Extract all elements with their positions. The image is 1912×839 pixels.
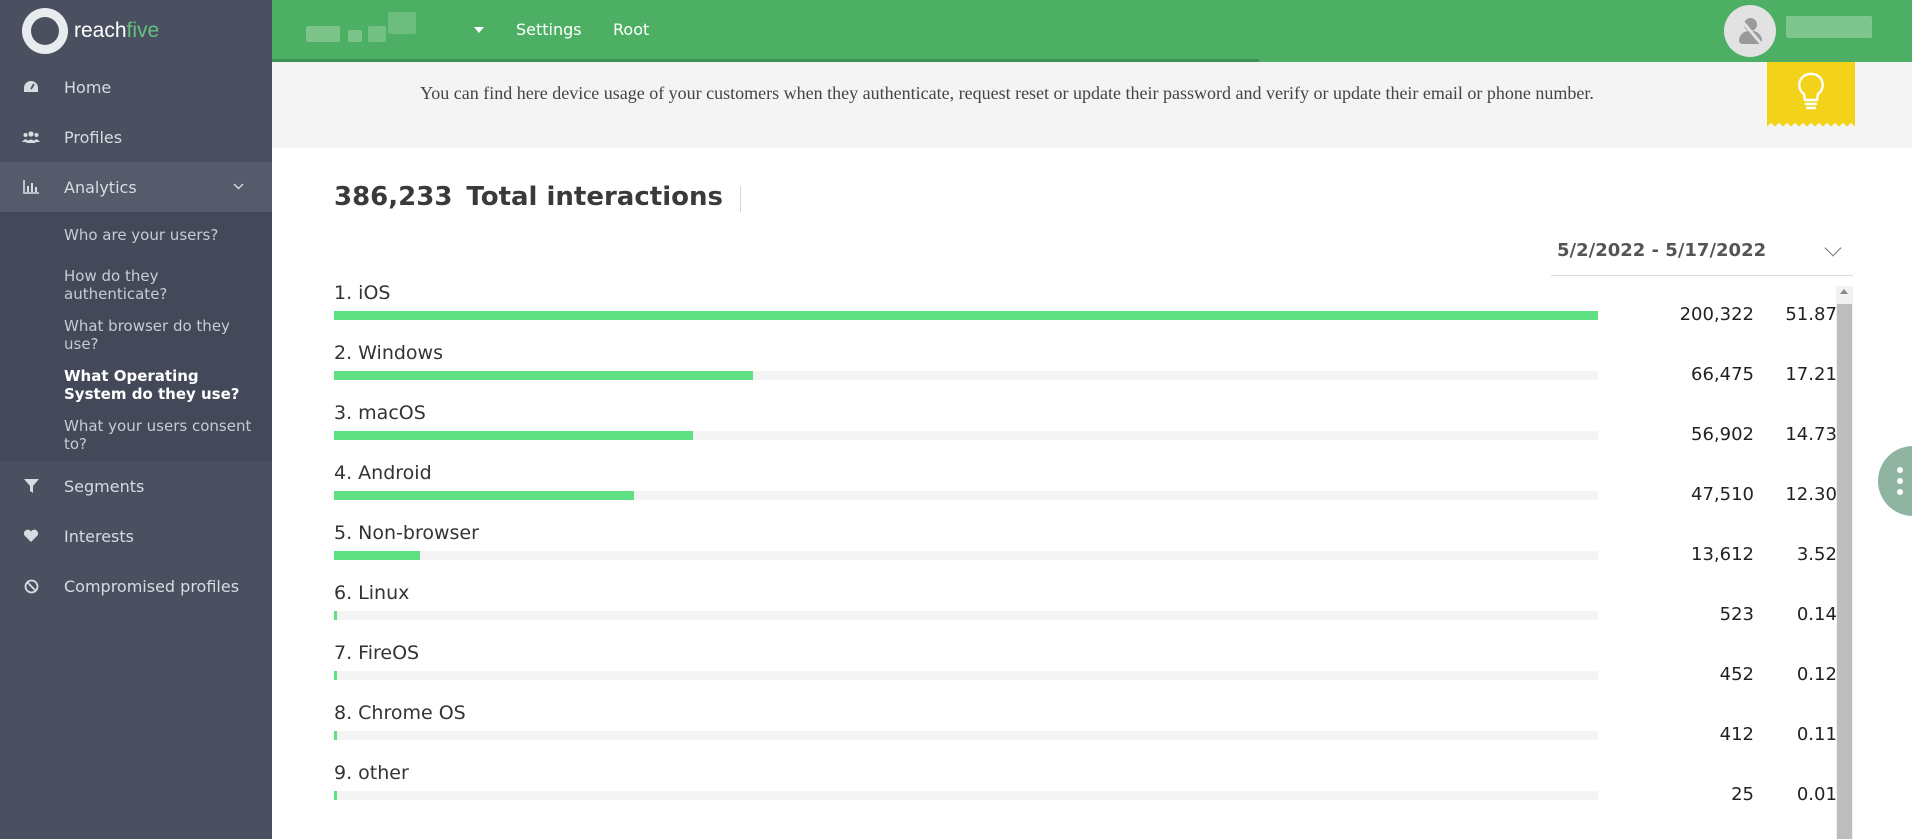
sidebar-item-compromised[interactable]: Compromised profiles (0, 561, 272, 611)
filter-icon (21, 476, 41, 496)
usage-bar (334, 431, 693, 440)
users-icon (21, 127, 41, 147)
usage-bar (334, 491, 634, 500)
usage-bar (334, 671, 337, 680)
sidebar-item-label: Segments (64, 476, 145, 496)
date-range-selector[interactable]: 5/2/2022 - 5/17/2022 (1551, 226, 1853, 276)
scroll-up-arrow-icon[interactable] (1840, 289, 1848, 294)
table-row: 9. other 25 0.01% (334, 762, 1854, 812)
sidebar-item-label: Compromised profiles (64, 576, 240, 596)
interaction-count: 412 (1719, 724, 1754, 745)
subnav-how-authenticate[interactable]: How do they authenticate? (64, 267, 254, 303)
usage-bar (334, 551, 420, 560)
table-row: 5. Non-browser 13,612 3.52% (334, 522, 1854, 572)
usage-bar (334, 731, 337, 740)
bar-chart-icon (21, 177, 41, 197)
analytics-submenu: Who are your users? How do they authenti… (0, 212, 272, 462)
usage-bar (334, 311, 1598, 320)
interaction-count: 47,510 (1691, 484, 1754, 505)
usage-bar-track (334, 671, 1598, 680)
usage-bar-track (334, 551, 1598, 560)
sidebar-item-label: Profiles (64, 127, 123, 147)
sidebar-item-home[interactable]: Home (0, 62, 272, 112)
lightbulb-icon (1798, 72, 1824, 110)
user-placeholder-icon (1737, 15, 1764, 47)
tip-badge[interactable] (1767, 62, 1855, 128)
scrollbar[interactable] (1836, 286, 1853, 839)
subnav-who-are-users[interactable]: Who are your users? (64, 226, 254, 244)
interaction-count: 66,475 (1691, 364, 1754, 385)
total-value: 386,233 (334, 182, 453, 212)
os-name: 1. iOS (334, 282, 391, 304)
table-row: 6. Linux 523 0.14% (334, 582, 1854, 632)
info-banner: You can find here device usage of your c… (272, 62, 1912, 148)
os-name: 3. macOS (334, 402, 426, 424)
date-range-value: 5/2/2022 - 5/17/2022 (1557, 240, 1767, 261)
interaction-count: 200,322 (1679, 304, 1754, 325)
table-row: 2. Windows 66,475 17.21% (334, 342, 1854, 392)
usage-bar (334, 791, 337, 800)
usage-bar-track (334, 791, 1598, 800)
table-row: 8. Chrome OS 412 0.11% (334, 702, 1854, 752)
organization-selector[interactable] (306, 12, 436, 46)
os-name: 7. FireOS (334, 642, 420, 664)
usage-bar-track (334, 431, 1598, 440)
sidebar: reachfive Home Profiles Analytics Who ar… (0, 0, 272, 839)
subnav-which-browser[interactable]: What browser do they use? (64, 317, 254, 353)
usage-bar-track (334, 611, 1598, 620)
usage-bar (334, 371, 753, 380)
heading-divider (740, 186, 741, 212)
sidebar-item-label: Interests (64, 526, 134, 546)
os-name: 4. Android (334, 462, 432, 484)
os-name: 2. Windows (334, 342, 443, 364)
subnav-consent[interactable]: What your users consent to? (64, 417, 254, 453)
brand-name: reachfive (74, 19, 160, 42)
os-name: 5. Non-browser (334, 522, 479, 544)
table-row: 3. macOS 56,902 14.73% (334, 402, 1854, 452)
interaction-count: 13,612 (1691, 544, 1754, 565)
sidebar-item-label: Analytics (64, 177, 137, 197)
total-label: Total interactions (466, 182, 723, 212)
usage-bar-track (334, 491, 1598, 500)
table-row: 1. iOS 200,322 51.87% (334, 282, 1854, 332)
chevron-down-icon (1824, 239, 1842, 257)
table-row: 7. FireOS 452 0.12% (334, 642, 1854, 692)
banner-text: You can find here device usage of your c… (420, 83, 1594, 103)
os-name: 8. Chrome OS (334, 702, 466, 724)
interaction-count: 56,902 (1691, 424, 1754, 445)
scrollbar-thumb[interactable] (1837, 304, 1852, 839)
root-link[interactable]: Root (613, 20, 649, 39)
usage-bar (334, 611, 337, 620)
usage-bar-track (334, 371, 1598, 380)
sidebar-item-profiles[interactable]: Profiles (0, 112, 272, 162)
interaction-count: 523 (1719, 604, 1754, 625)
logo-icon (22, 8, 68, 54)
usage-bar-track (334, 731, 1598, 740)
interaction-count: 25 (1731, 784, 1754, 805)
sidebar-item-analytics[interactable]: Analytics (0, 162, 272, 212)
sidebar-item-interests[interactable]: Interests (0, 511, 272, 561)
avatar[interactable] (1724, 5, 1776, 57)
os-name: 9. other (334, 762, 409, 784)
table-row: 4. Android 47,510 12.30% (334, 462, 1854, 512)
subnav-which-os[interactable]: What Operating System do they use? (64, 367, 254, 403)
chevron-down-icon (233, 179, 244, 193)
ban-icon (21, 576, 41, 596)
top-navbar: Settings Root (272, 0, 1912, 62)
side-panel-toggle[interactable] (1878, 446, 1912, 516)
usage-bar-track (334, 311, 1598, 320)
settings-link[interactable]: Settings (516, 20, 582, 39)
total-interactions: 386,233 Total interactions (334, 182, 723, 212)
heart-icon (21, 526, 41, 546)
user-menu[interactable] (1786, 14, 1876, 46)
brand-logo[interactable]: reachfive (0, 0, 272, 62)
sidebar-item-segments[interactable]: Segments (0, 461, 272, 511)
interaction-count: 452 (1719, 664, 1754, 685)
gauge-icon (21, 77, 41, 97)
sidebar-item-label: Home (64, 77, 112, 97)
os-name: 6. Linux (334, 582, 410, 604)
caret-down-icon[interactable] (474, 27, 484, 33)
